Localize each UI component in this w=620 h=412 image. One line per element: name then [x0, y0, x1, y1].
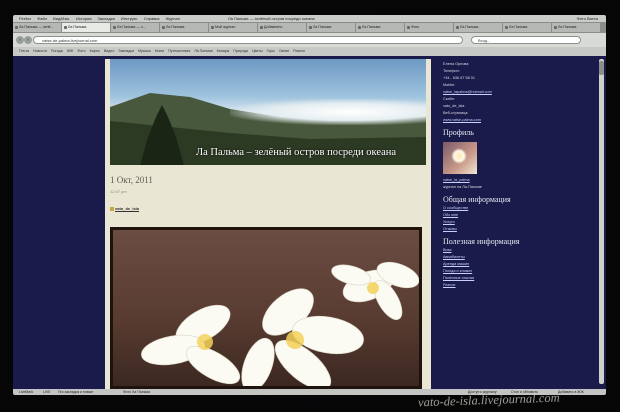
- browser-tab[interactable]: Добавлено: [258, 23, 306, 32]
- contact-email-link[interactable]: vatse_lapalma@hotmail.com: [443, 89, 598, 96]
- useful-link[interactable]: Виза: [443, 247, 598, 254]
- plumeria-flowers-image: [141, 261, 419, 386]
- back-button[interactable]: ‹: [16, 36, 24, 44]
- os-menubar: Firefox Файл Вид/Изм. История Закладки И…: [13, 15, 606, 22]
- bookmark-item[interactable]: Музыка: [138, 47, 151, 56]
- bookmark-item[interactable]: Почта: [19, 47, 29, 56]
- status-photo[interactable]: Фото Ла Пальма: [123, 389, 150, 395]
- author-link[interactable]: vato_de_isla: [115, 206, 139, 211]
- menu-file[interactable]: Файл: [37, 15, 47, 22]
- contact-line: +34 - 636 87 58 01: [443, 76, 475, 80]
- bookmark-item[interactable]: Канары: [217, 47, 230, 56]
- general-link[interactable]: Обо мне: [443, 212, 598, 219]
- menu-journal[interactable]: Журнал: [165, 15, 180, 22]
- browser-tab[interactable]: Ла Пальма — з...: [111, 23, 159, 32]
- useful-link[interactable]: Погода и климат: [443, 268, 598, 275]
- status-add[interactable]: Добавить в ЖЖ: [558, 389, 584, 395]
- contact-name: Елена Орлова: [443, 62, 469, 66]
- scrollbar-thumb[interactable]: [599, 61, 604, 75]
- menu-edit[interactable]: Вид/Изм.: [53, 15, 70, 22]
- browser-screen: Firefox Файл Вид/Изм. История Закладки И…: [13, 15, 606, 395]
- sidebar: Елена Орлова Телефон: +34 - 636 87 58 01…: [443, 61, 598, 389]
- contact-line: Mobile:: [443, 83, 456, 87]
- menubar-right-text: Фото Вятеа: [576, 16, 598, 21]
- profile-user-link[interactable]: vatse_la_palma: [443, 177, 598, 184]
- browser-tab[interactable]: Фото: [405, 23, 453, 32]
- cloud-layer: [230, 99, 426, 125]
- bookmark-item[interactable]: Погода: [51, 47, 63, 56]
- general-info-heading: Общая информация: [443, 195, 511, 204]
- menu-firefox[interactable]: Firefox: [19, 15, 31, 22]
- browser-tab[interactable]: Ла Пальма: [552, 23, 600, 32]
- bookmark-item[interactable]: Разное: [293, 47, 305, 56]
- avatar[interactable]: [443, 142, 477, 174]
- web-page: Ла Пальма – зелёный остров посреди океан…: [13, 56, 606, 389]
- bookmark-item[interactable]: Книги: [155, 47, 164, 56]
- bookmark-item[interactable]: Природа: [233, 47, 248, 56]
- useful-link[interactable]: Полезные ссылки: [443, 275, 598, 282]
- general-link[interactable]: О сообществе: [443, 205, 598, 212]
- window-title: Ла Пальма — зелёный остров посреди океан…: [228, 16, 315, 21]
- bookmark-item[interactable]: Карты: [90, 47, 100, 56]
- post-time: 12:47 pm: [110, 189, 127, 194]
- post-author[interactable]: vato_de_isla: [110, 206, 139, 211]
- menu-tools[interactable]: Инструм.: [121, 15, 138, 22]
- bookmark-item[interactable]: Горы: [267, 47, 275, 56]
- browser-tab[interactable]: Ла Пальма — зелё...: [13, 23, 61, 32]
- bookmark-item[interactable]: Ла Пальма: [194, 47, 212, 56]
- browser-tab[interactable]: Мой журнал: [209, 23, 257, 32]
- bookmark-item[interactable]: Закладки: [118, 47, 134, 56]
- menu-bookmarks[interactable]: Закладки: [98, 15, 115, 22]
- forward-button[interactable]: ›: [24, 36, 32, 44]
- contact-line: Скайп:: [443, 97, 455, 101]
- bookmark-item[interactable]: Цветы: [252, 47, 263, 56]
- useful-link[interactable]: Авиабилеты: [443, 254, 598, 261]
- browser-tab-active[interactable]: Ла Пальма: [62, 23, 110, 32]
- bookmark-item[interactable]: Новости: [33, 47, 47, 56]
- user-icon: [110, 206, 114, 211]
- post-date: 1 Окт, 2011: [110, 175, 153, 185]
- contact-website-link[interactable]: www.vatse-palma.com: [443, 117, 598, 124]
- browser-tab[interactable]: Ла Пальма: [307, 23, 355, 32]
- bookmarks-bar: Почта Новости Погода ЖЖ Фото Карты Видео…: [13, 47, 606, 56]
- general-link[interactable]: Услуги: [443, 219, 598, 226]
- browser-tab[interactable]: Ла Пальма: [356, 23, 404, 32]
- post-photo: [110, 227, 422, 389]
- general-link[interactable]: Отзывы: [443, 226, 598, 233]
- page-scrollbar[interactable]: [599, 59, 604, 384]
- profile-subtitle: журнал на Ла-Пальме: [443, 185, 482, 189]
- bookmark-item[interactable]: Видео: [104, 47, 115, 56]
- post-column: Ла Пальма – зелёный остров посреди океан…: [105, 59, 431, 389]
- status-live[interactable]: LIVE: [43, 389, 51, 395]
- useful-link[interactable]: Разное: [443, 282, 598, 289]
- tab-bar: Ла Пальма — зелё... Ла Пальма Ла Пальма …: [13, 22, 606, 33]
- menu-history[interactable]: История: [76, 15, 92, 22]
- bookmark-item[interactable]: Океан: [279, 47, 289, 56]
- search-field[interactable]: Вход...: [471, 36, 581, 44]
- browser-tab[interactable]: Ла Пальма: [454, 23, 502, 32]
- bookmark-item[interactable]: ЖЖ: [67, 47, 74, 56]
- contact-line: vato_de_isla: [443, 104, 465, 108]
- address-bar[interactable]: vatse-de-palma.livejournal.com: [33, 36, 463, 44]
- useful-info-heading: Полезная информация: [443, 237, 520, 246]
- bookmark-item[interactable]: Фото: [77, 47, 85, 56]
- useful-link[interactable]: Аренда машин: [443, 261, 598, 268]
- status-livemark[interactable]: LiveMark: [19, 389, 33, 395]
- nav-toolbar: ‹ › vatse-de-palma.livejournal.com Вход.…: [13, 33, 606, 47]
- blog-title[interactable]: Ла Пальма – зелёный остров посреди океан…: [196, 147, 396, 158]
- menu-help[interactable]: Справка: [144, 15, 160, 22]
- browser-tab[interactable]: Ла Пальма: [160, 23, 208, 32]
- status-bookmarks[interactable]: Гео закладок и новые: [58, 389, 93, 395]
- contact-line: Телефон:: [443, 69, 460, 73]
- header-banner: Ла Пальма – зелёный остров посреди океан…: [110, 59, 426, 165]
- profile-heading: Профиль: [443, 128, 474, 137]
- contact-line: Веб-страница:: [443, 111, 469, 115]
- bookmark-item[interactable]: Путешествия: [168, 47, 190, 56]
- browser-tab[interactable]: Ла Пальма: [503, 23, 551, 32]
